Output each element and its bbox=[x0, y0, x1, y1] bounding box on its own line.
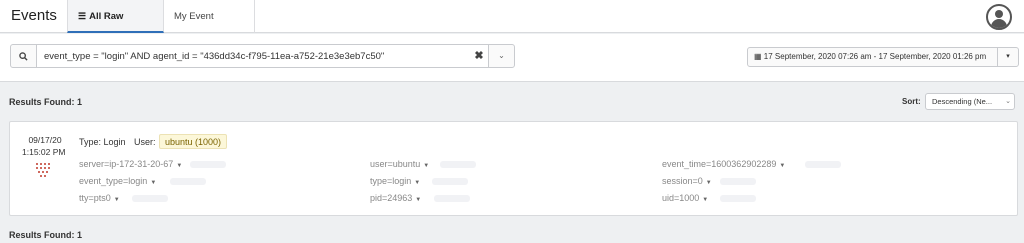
type-label: Type: bbox=[79, 137, 102, 147]
caret-down-icon: ▼ bbox=[423, 163, 430, 169]
redacted-value bbox=[720, 195, 756, 202]
calendar-icon: ▦ bbox=[754, 52, 762, 61]
search-icon bbox=[19, 52, 28, 61]
sort-value: Descending (Ne... bbox=[932, 97, 993, 106]
caret-down-icon: ▼ bbox=[415, 197, 422, 203]
date-range-picker[interactable]: ▦ 17 September, 2020 07:26 am - 17 Septe… bbox=[747, 47, 998, 67]
field-text: server=ip-172-31-20-67 bbox=[79, 159, 174, 169]
redacted-value bbox=[432, 178, 468, 185]
user-avatar-icon[interactable] bbox=[986, 4, 1012, 30]
redacted-value bbox=[805, 161, 841, 168]
top-bar: Events ☰All Raw Events My Event Queue bbox=[0, 0, 1024, 55]
search-button[interactable] bbox=[10, 44, 37, 68]
field-tty[interactable]: tty=pts0 ▼ bbox=[79, 193, 120, 203]
caret-down-icon: ▼ bbox=[702, 197, 709, 203]
date-range-caret-button[interactable]: ▾ bbox=[997, 47, 1019, 67]
redacted-value bbox=[190, 161, 226, 168]
field-text: event_time=1600362902289 bbox=[662, 159, 777, 169]
caret-down-icon: ▼ bbox=[176, 163, 183, 169]
event-type: Type: Login bbox=[79, 137, 126, 147]
caret-down-icon: ▼ bbox=[705, 180, 712, 186]
chevron-down-icon: ⌄ bbox=[1005, 98, 1011, 105]
field-text: tty=pts0 bbox=[79, 193, 111, 203]
tab-all-raw-events[interactable]: ☰All Raw Events bbox=[67, 0, 164, 55]
type-value: Login bbox=[103, 137, 126, 147]
list-icon: ☰ bbox=[78, 11, 87, 21]
field-text: type=login bbox=[370, 176, 412, 186]
field-user[interactable]: user=ubuntu ▼ bbox=[370, 159, 429, 169]
field-type[interactable]: type=login ▼ bbox=[370, 176, 420, 186]
redacted-value bbox=[720, 178, 756, 185]
field-uid[interactable]: uid=1000 ▼ bbox=[662, 193, 708, 203]
avatar-head bbox=[995, 10, 1003, 18]
field-event-time[interactable]: event_time=1600362902289 ▼ bbox=[662, 159, 785, 169]
field-text: uid=1000 bbox=[662, 193, 700, 203]
redacted-value bbox=[440, 161, 476, 168]
date-range-label: 17 September, 2020 07:26 am - 17 Septemb… bbox=[763, 52, 987, 61]
field-event-type[interactable]: event_type=login ▼ bbox=[79, 176, 156, 186]
search-input[interactable] bbox=[36, 44, 489, 68]
results-found-bottom: Results Found: 1 bbox=[9, 230, 83, 240]
search-dropdown-button[interactable]: ⌄ bbox=[488, 44, 515, 68]
avatar-body bbox=[991, 19, 1007, 28]
field-session[interactable]: session=0 ▼ bbox=[662, 176, 712, 186]
field-text: session=0 bbox=[662, 176, 703, 186]
user-badge[interactable]: ubuntu (1000) bbox=[159, 134, 228, 149]
sort-label: Sort: bbox=[902, 97, 921, 106]
field-pid[interactable]: pid=24963 ▼ bbox=[370, 193, 421, 203]
field-text: event_type=login bbox=[79, 176, 148, 186]
caret-down-icon: ▼ bbox=[150, 180, 157, 186]
caret-down-icon: ▼ bbox=[779, 163, 786, 169]
redacted-value bbox=[132, 195, 168, 202]
results-found-top: Results Found: 1 bbox=[9, 97, 83, 107]
field-server[interactable]: server=ip-172-31-20-67 ▼ bbox=[79, 159, 182, 169]
field-text: user=ubuntu bbox=[370, 159, 421, 169]
field-text: pid=24963 bbox=[370, 193, 413, 203]
redacted-value bbox=[434, 195, 470, 202]
event-card[interactable]: 09/17/20 1:15:02 PM Type: Login User: ub… bbox=[9, 121, 1018, 216]
page-title: Events bbox=[11, 7, 57, 24]
redacted-value bbox=[170, 178, 206, 185]
event-source-icon bbox=[36, 163, 52, 179]
user-label: User: bbox=[134, 137, 156, 147]
event-date: 09/17/20 bbox=[28, 135, 62, 145]
caret-down-icon: ▼ bbox=[113, 197, 120, 203]
event-time: 1:15:02 PM bbox=[22, 147, 66, 157]
tab-my-event-queue[interactable]: My Event Queue bbox=[164, 0, 255, 55]
search-bar: ✖ ⌄ ▦ 17 September, 2020 07:26 am - 17 S… bbox=[0, 34, 1024, 82]
clear-search-icon[interactable]: ✖ bbox=[470, 44, 488, 68]
sort-select[interactable]: Descending (Ne... ⌄ bbox=[925, 93, 1015, 110]
caret-down-icon: ▼ bbox=[414, 180, 421, 186]
